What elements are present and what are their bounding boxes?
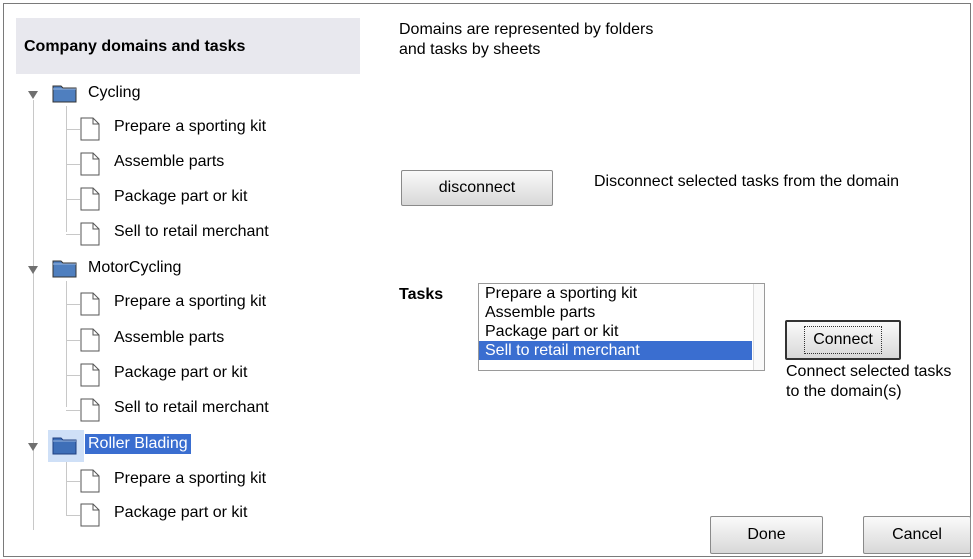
tree-task[interactable]: Package part or kit (80, 502, 320, 527)
tree-header-title: Company domains and tasks (24, 38, 246, 55)
folder-icon (52, 437, 77, 455)
disconnect-button[interactable]: disconnect (401, 170, 553, 206)
expand-caret-icon[interactable] (28, 266, 38, 274)
tree-task-label: Prepare a sporting kit (114, 470, 267, 487)
tree-domain-cycling[interactable]: Cycling (24, 82, 224, 106)
connect-button-label: Connect (804, 326, 882, 354)
tree-connector (66, 304, 80, 305)
list-item[interactable]: Assemble parts (479, 303, 764, 322)
tree-connector (66, 199, 80, 200)
list-item-selected[interactable]: Sell to retail merchant (479, 341, 752, 360)
tree-task-label: Package part or kit (114, 364, 248, 381)
sheet-icon (80, 503, 100, 527)
expand-caret-icon[interactable] (28, 91, 38, 99)
tree-connector (66, 164, 80, 165)
tree-task[interactable]: Assemble parts (80, 151, 320, 176)
tree-task-label: Package part or kit (114, 504, 248, 521)
connect-description-line-1: Connect selected tasks (786, 363, 952, 380)
tree-task[interactable]: Assemble parts (80, 327, 320, 352)
tree-connector (66, 129, 80, 130)
tasks-label: Tasks (399, 286, 444, 303)
sheet-icon (80, 469, 100, 493)
tree-domain-motorcycling[interactable]: MotorCycling (24, 257, 224, 281)
tree-task-label: Sell to retail merchant (114, 399, 269, 416)
tree-task[interactable]: Prepare a sporting kit (80, 291, 320, 316)
connect-description-line-2: to the domain(s) (786, 383, 902, 400)
tree-task[interactable]: Package part or kit (80, 186, 320, 211)
sheet-icon (80, 398, 100, 422)
folder-icon (52, 85, 77, 103)
tree-task-label: Package part or kit (114, 188, 248, 205)
info-line-1: Domains are represented by folders (399, 21, 654, 38)
list-item[interactable]: Prepare a sporting kit (479, 284, 764, 303)
tree-task-label: Prepare a sporting kit (114, 118, 267, 135)
tree-connector (66, 375, 80, 376)
tree-task-label: Assemble parts (114, 153, 225, 170)
tree-task-label: Sell to retail merchant (114, 223, 269, 240)
tree-task[interactable]: Sell to retail merchant (80, 221, 320, 246)
info-text: Domains are represented by folders and t… (399, 20, 653, 60)
tree-guide-root (33, 100, 34, 530)
disconnect-description: Disconnect selected tasks from the domai… (594, 173, 900, 190)
sheet-icon (80, 328, 100, 352)
sheet-icon (80, 292, 100, 316)
expand-caret-icon[interactable] (28, 443, 38, 451)
tree-guide-cycling (66, 106, 67, 232)
listbox-scrollbar[interactable] (753, 284, 764, 370)
tree-connector (66, 340, 80, 341)
tree-domain-label: Cycling (88, 84, 141, 101)
sheet-icon (80, 152, 100, 176)
list-item[interactable]: Package part or kit (479, 322, 764, 341)
tree-task[interactable]: Sell to retail merchant (80, 397, 320, 422)
tree-task[interactable]: Package part or kit (80, 362, 320, 387)
sheet-icon (80, 187, 100, 211)
tree-task[interactable]: Prepare a sporting kit (80, 116, 320, 141)
tree-connector (66, 515, 80, 516)
tree-connector (66, 481, 80, 482)
info-line-2: and tasks by sheets (399, 41, 541, 58)
tree-task-label: Assemble parts (114, 329, 225, 346)
connect-description: Connect selected tasks to the domain(s) (786, 362, 951, 402)
tree-connector (66, 234, 80, 235)
sheet-icon (80, 363, 100, 387)
tree-guide-motorcycling (66, 281, 67, 407)
connect-button[interactable]: Connect (785, 320, 901, 360)
tree-domain-label: MotorCycling (88, 259, 182, 276)
tree-header: Company domains and tasks (16, 18, 360, 74)
tasks-listbox[interactable]: Prepare a sporting kit Assemble parts Pa… (478, 283, 765, 371)
cancel-button[interactable]: Cancel (863, 516, 971, 554)
folder-icon (52, 260, 77, 278)
tree-task-label: Prepare a sporting kit (114, 293, 267, 310)
done-button[interactable]: Done (710, 516, 823, 554)
sheet-icon (80, 222, 100, 246)
sheet-icon (80, 117, 100, 141)
tree-domain-roller-blading[interactable]: Roller Blading (24, 434, 244, 458)
tree-domain-label-selected: Roller Blading (85, 434, 191, 454)
tree-task[interactable]: Prepare a sporting kit (80, 468, 320, 493)
tree-guide-rollerblading (66, 459, 67, 515)
tree-connector (66, 410, 80, 411)
